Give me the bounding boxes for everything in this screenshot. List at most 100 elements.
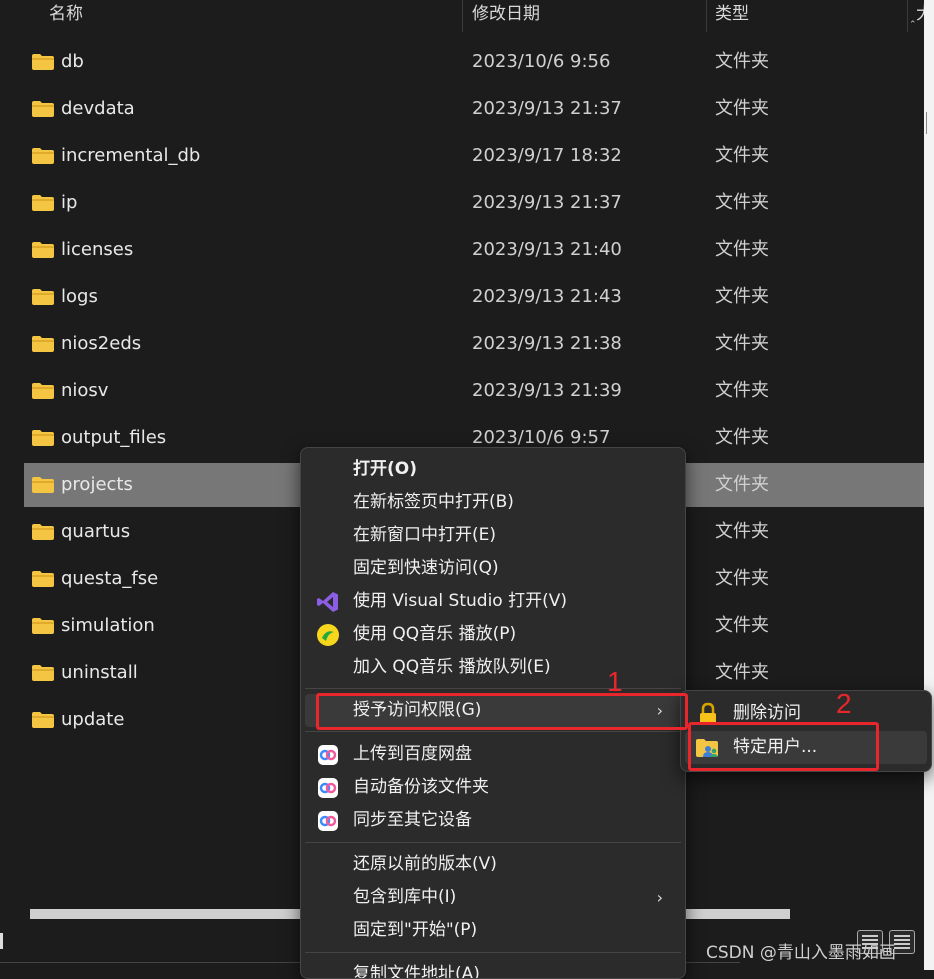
menu-item-label: 自动备份该文件夹: [353, 777, 489, 797]
baidu-netdisk-icon: [318, 811, 338, 831]
folder-icon: [32, 289, 54, 305]
file-row[interactable]: nios2eds 2023/9/13 21:38 文件夹: [24, 322, 924, 366]
folder-icon: [32, 524, 54, 540]
file-row[interactable]: incremental_db 2023/9/17 18:32 文件夹: [24, 134, 924, 178]
menu-separator: [305, 952, 681, 953]
folder-icon: [32, 383, 54, 399]
menu-item-restore-versions[interactable]: 还原以前的版本(V): [305, 848, 681, 881]
file-row[interactable]: licenses 2023/9/13 21:40 文件夹: [24, 228, 924, 272]
file-row[interactable]: devdata 2023/9/13 21:37 文件夹: [24, 87, 924, 131]
file-date: 2023/9/13 21:38: [472, 333, 622, 354]
scroll-up-arrow-icon[interactable]: ⌃: [909, 20, 919, 30]
column-separator[interactable]: [462, 0, 463, 32]
menu-item-auto-backup[interactable]: 自动备份该文件夹: [305, 771, 681, 804]
file-name: output_files: [61, 427, 167, 448]
file-date: 2023/9/13 21:39: [472, 380, 622, 401]
column-separator[interactable]: [706, 0, 707, 32]
visual-studio-icon: [317, 592, 338, 612]
menu-item-label: 上传到百度网盘: [353, 744, 472, 764]
menu-item-sync-devices[interactable]: 同步至其它设备: [305, 804, 681, 837]
menu-item-open-new-tab[interactable]: 在新标签页中打开(B): [305, 486, 681, 519]
folder-icon: [32, 101, 54, 117]
file-type: 文件夹: [715, 380, 769, 401]
menu-item-label: 同步至其它设备: [353, 810, 472, 830]
file-type: 文件夹: [715, 568, 769, 589]
file-name: update: [61, 709, 125, 730]
menu-item-include-library[interactable]: 包含到库中(I) ›: [305, 881, 681, 914]
menu-item-play-qq-music[interactable]: 使用 QQ音乐 播放(P): [305, 618, 681, 651]
file-name: simulation: [61, 615, 155, 636]
folder-icon: [32, 712, 54, 728]
file-name: logs: [61, 286, 98, 307]
column-modified-header[interactable]: 修改日期: [472, 0, 540, 32]
folder-icon: [32, 571, 54, 587]
menu-item-open[interactable]: 打开(O): [305, 453, 681, 486]
chevron-right-icon: ›: [656, 888, 663, 907]
column-name-header[interactable]: 名称: [49, 0, 83, 32]
column-header: 名称 修改日期 类型 大 ⌃: [0, 0, 924, 32]
file-name: licenses: [61, 239, 134, 260]
menu-item-label: 加入 QQ音乐 播放队列(E): [353, 657, 551, 677]
file-type: 文件夹: [715, 51, 769, 72]
menu-item-open-new-window[interactable]: 在新窗口中打开(E): [305, 519, 681, 552]
file-row[interactable]: ip 2023/9/13 21:37 文件夹: [24, 181, 924, 225]
file-date: 2023/9/13 21:40: [472, 239, 622, 260]
file-type: 文件夹: [715, 98, 769, 119]
file-name: incremental_db: [61, 145, 201, 166]
column-type-header[interactable]: 类型: [715, 0, 749, 32]
file-type: 文件夹: [715, 521, 769, 542]
file-name: quartus: [61, 521, 131, 542]
menu-item-pin-quick-access[interactable]: 固定到快速访问(Q): [305, 552, 681, 585]
menu-item-label: 固定到"开始"(P): [353, 920, 478, 940]
menu-item-label: 复制文件地址(A): [353, 964, 480, 978]
file-name: uninstall: [61, 662, 138, 683]
column-separator[interactable]: [907, 0, 908, 32]
file-type: 文件夹: [715, 239, 769, 260]
file-type: 文件夹: [715, 333, 769, 354]
file-type: 文件夹: [715, 192, 769, 213]
menu-item-label: 固定到快速访问(Q): [353, 558, 499, 578]
annotation-number-2: 2: [836, 688, 852, 719]
baidu-netdisk-icon: [318, 745, 338, 765]
baidu-netdisk-icon: [318, 778, 338, 798]
menu-separator: [305, 731, 681, 732]
menu-item-label: 在新窗口中打开(E): [353, 525, 497, 545]
tiles-view-icon: [894, 935, 910, 949]
menu-item-pin-start[interactable]: 固定到"开始"(P): [305, 914, 681, 947]
menu-item-label: 打开(O): [353, 459, 417, 479]
file-type: 文件夹: [715, 286, 769, 307]
file-date: 2023/9/13 21:43: [472, 286, 622, 307]
folder-icon: [32, 665, 54, 681]
folder-icon: [32, 54, 54, 70]
window-edge-detail: [926, 112, 934, 134]
menu-item-open-visual-studio[interactable]: 使用 Visual Studio 打开(V): [305, 585, 681, 618]
qq-music-icon: [317, 624, 339, 646]
menu-item-label: 还原以前的版本(V): [353, 854, 497, 874]
file-name: niosv: [61, 380, 109, 401]
file-type: 文件夹: [715, 427, 769, 448]
menu-item-upload-baidu[interactable]: 上传到百度网盘: [305, 738, 681, 771]
file-name: questa_fse: [61, 568, 159, 589]
folder-icon: [32, 336, 54, 352]
file-name: devdata: [61, 98, 135, 119]
file-type: 文件夹: [715, 474, 769, 495]
file-row[interactable]: logs 2023/9/13 21:43 文件夹: [24, 275, 924, 319]
menu-item-copy-path[interactable]: 复制文件地址(A): [305, 958, 681, 978]
file-type: 文件夹: [715, 145, 769, 166]
file-name: nios2eds: [61, 333, 142, 354]
annotation-box-grant-access: [316, 693, 688, 730]
file-name: ip: [61, 192, 78, 213]
folder-icon: [32, 477, 54, 493]
file-type: 文件夹: [715, 662, 769, 683]
file-row[interactable]: db 2023/10/6 9:56 文件夹: [24, 40, 924, 84]
file-date: 2023/10/6 9:56: [472, 51, 611, 72]
file-row[interactable]: niosv 2023/9/13 21:39 文件夹: [24, 369, 924, 413]
folder-icon: [32, 195, 54, 211]
folder-icon: [32, 618, 54, 634]
menu-separator: [305, 842, 681, 843]
file-type: 文件夹: [715, 615, 769, 636]
folder-icon: [32, 430, 54, 446]
annotation-box-specific-people: [688, 722, 879, 771]
menu-item-add-qq-queue[interactable]: 加入 QQ音乐 播放队列(E): [305, 651, 681, 684]
menu-item-label: 包含到库中(I): [353, 887, 457, 907]
